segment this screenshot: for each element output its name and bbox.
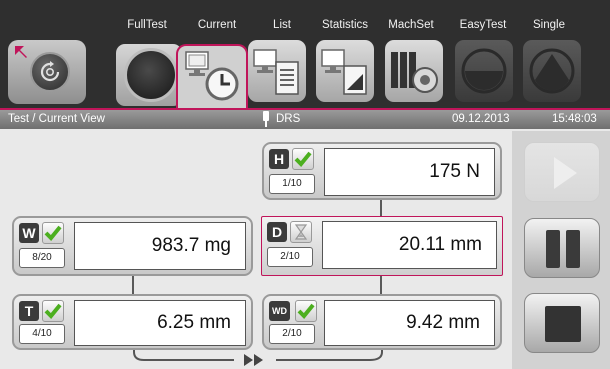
tab-fulltest-label[interactable]: FullTest: [112, 19, 182, 31]
tab-single[interactable]: [523, 40, 581, 102]
weight-value: 983.7 mg: [74, 222, 246, 270]
pause-icon: [546, 230, 580, 268]
thickness-count: 4/10: [19, 324, 65, 344]
check-icon: [42, 222, 64, 244]
connector-w-t: [132, 276, 134, 294]
connector-h-d: [380, 200, 382, 216]
status-bar: Test / Current View DRS 09.12.2013 15:48…: [0, 108, 610, 129]
stop-button[interactable]: [524, 293, 600, 353]
home-knob: [30, 52, 70, 92]
easy-test-dial-icon: [461, 48, 507, 94]
wall-diameter-count: 2/10: [269, 324, 315, 344]
device-plug-icon: [263, 111, 269, 127]
tab-list[interactable]: [248, 40, 306, 102]
panel-wall-diameter[interactable]: WD 2/10 9.42 mm: [262, 294, 502, 350]
tab-machset[interactable]: [385, 40, 443, 102]
wall-diameter-letter: WD: [269, 301, 290, 321]
current-monitor-clock-icon: [185, 51, 239, 101]
wall-diameter-value: 9.42 mm: [324, 300, 495, 346]
check-icon: [295, 300, 317, 322]
panel-thickness[interactable]: T 4/10 6.25 mm: [12, 294, 253, 350]
home-button[interactable]: [8, 40, 86, 104]
tab-fulltest[interactable]: [116, 44, 182, 106]
tab-statistics[interactable]: [316, 40, 374, 102]
breadcrumb: Test / Current View: [8, 113, 105, 125]
control-column: [512, 131, 610, 369]
stop-icon: [545, 306, 581, 342]
tab-list-label[interactable]: List: [247, 19, 317, 31]
list-monitor-icon: [253, 49, 299, 95]
diameter-letter: D: [267, 222, 287, 242]
connector-d-wd: [380, 276, 382, 294]
full-test-dial-icon: [124, 48, 178, 102]
tab-current[interactable]: [176, 44, 248, 108]
panel-diameter[interactable]: D 2/10 20.11 mm: [261, 216, 503, 276]
top-tab-bar: FullTest Current List Statistics MachSet…: [0, 0, 610, 108]
thickness-letter: T: [19, 301, 39, 321]
panel-hardness[interactable]: H 1/10 175 N: [262, 142, 502, 200]
check-icon: [42, 300, 64, 322]
tab-statistics-label[interactable]: Statistics: [310, 19, 380, 31]
single-dial-icon: [529, 48, 575, 94]
thickness-value: 6.25 mm: [74, 300, 246, 346]
refresh-icon: [40, 61, 60, 82]
weight-count: 8/20: [19, 248, 65, 268]
play-button[interactable]: [524, 142, 600, 202]
weight-letter: W: [19, 223, 39, 243]
status-date: 09.12.2013: [452, 113, 510, 125]
hardness-count: 1/10: [269, 174, 315, 194]
pause-button[interactable]: [524, 218, 600, 278]
device-name: DRS: [276, 113, 301, 125]
check-icon: [292, 148, 314, 170]
expand-arrow-icon: [15, 46, 27, 58]
play-icon: [554, 157, 577, 189]
hardness-value: 175 N: [324, 148, 495, 196]
tab-machset-label[interactable]: MachSet: [376, 19, 446, 31]
panel-weight[interactable]: W 8/20 983.7 mg: [12, 216, 253, 276]
diameter-value: 20.11 mm: [322, 221, 497, 269]
hourglass-icon: [290, 221, 312, 243]
tab-easytest[interactable]: [455, 40, 513, 102]
machine-settings-icon: [391, 52, 438, 93]
tab-current-label[interactable]: Current: [182, 19, 252, 31]
statistics-monitor-chart-icon: [321, 49, 367, 95]
diameter-count: 2/10: [267, 247, 313, 267]
tab-single-label[interactable]: Single: [514, 19, 584, 31]
hardness-letter: H: [269, 149, 289, 169]
status-time: 15:48:03: [552, 113, 597, 125]
tab-easytest-label[interactable]: EasyTest: [448, 19, 518, 31]
